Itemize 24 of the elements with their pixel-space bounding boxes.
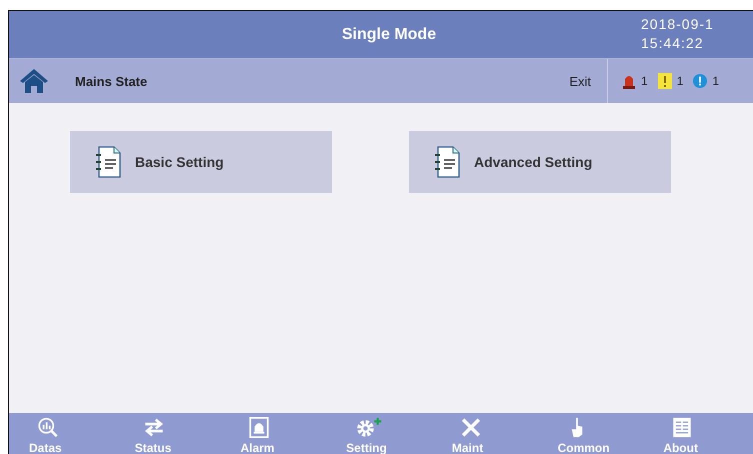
home-icon[interactable] [19, 68, 49, 94]
time-text: 15:44:22 [641, 34, 704, 53]
warning-icon [658, 73, 672, 89]
mains-state-label: Mains State [75, 74, 148, 88]
nav-button[interactable]: Maint [452, 413, 558, 454]
nav-button[interactable]: About [663, 413, 753, 454]
magnifier-chart-icon [36, 417, 60, 438]
date-text: 2018-09-1 [641, 15, 714, 34]
alarm-count: 1 [676, 74, 684, 88]
setting-button[interactable]: Basic Setting [70, 131, 332, 193]
nav-button[interactable]: Alarm [240, 413, 346, 454]
document-icon [95, 146, 121, 178]
alarm-count: 1 [712, 74, 720, 88]
document-icon [434, 146, 460, 178]
setting-button[interactable]: Advanced Setting [409, 131, 671, 193]
exit-link[interactable]: Exit [569, 74, 591, 88]
alarm-count: 1 [641, 74, 648, 88]
bell-icon [247, 417, 272, 438]
alarm-light-icon [622, 73, 636, 89]
nav-button[interactable]: Common [558, 413, 664, 454]
nav-button[interactable]: Status [134, 413, 240, 454]
window-title: Single Mode [342, 26, 436, 44]
info-icon [693, 73, 708, 89]
nav-button[interactable]: Datas [29, 413, 135, 454]
